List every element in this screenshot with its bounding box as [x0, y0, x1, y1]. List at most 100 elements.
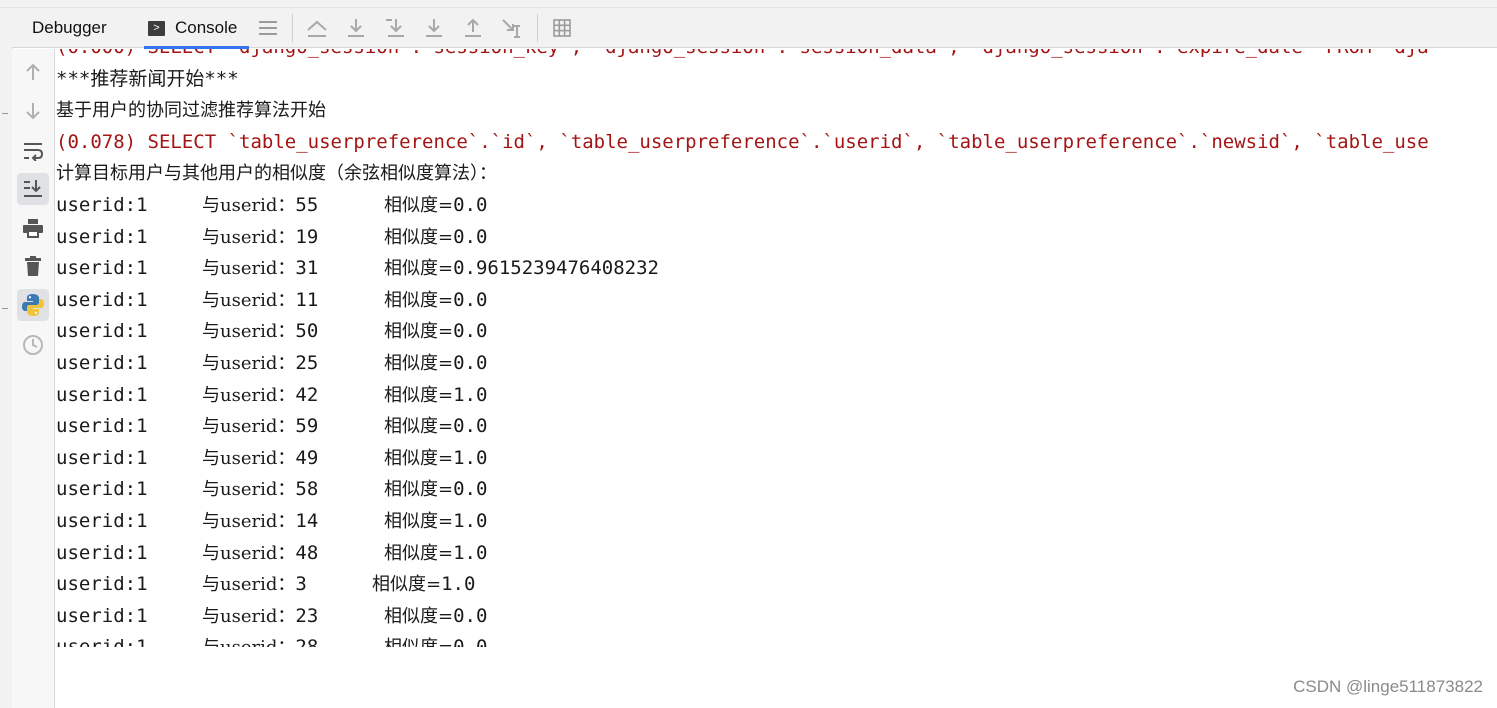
userid-label: userid:1	[56, 288, 148, 311]
similarity-value: 0.0	[453, 320, 488, 343]
other-userid: 与userid：48	[202, 538, 384, 570]
other-userid-value: 48	[295, 541, 319, 564]
similarity-value: 0.9615239476408232	[453, 257, 659, 280]
debug-toolbar: Debugger > Console	[12, 8, 1497, 49]
userid-label: userid:1	[56, 383, 148, 406]
userid-label: userid:1	[56, 573, 148, 596]
other-userid-value: 55	[295, 193, 319, 216]
up-arrow-icon[interactable]	[17, 56, 49, 88]
similarity: 相似度=0.0	[384, 415, 487, 437]
print-icon[interactable]	[17, 212, 49, 244]
history-icon[interactable]	[17, 329, 49, 361]
with-userid-label: 与userid：	[202, 416, 296, 438]
window-top-edge	[0, 0, 1497, 8]
other-userid: 与userid：58	[202, 474, 384, 506]
step-over-icon[interactable]	[342, 8, 370, 48]
other-userid: 与userid：25	[202, 348, 384, 380]
similarity-value: 1.0	[453, 383, 488, 406]
with-userid-label: 与userid：	[202, 352, 296, 374]
tab-console-label: Console	[175, 18, 238, 37]
userid-label: userid:1	[56, 415, 148, 438]
other-userid: 与userid：19	[202, 222, 384, 254]
step-into-my-code-icon[interactable]	[420, 8, 448, 48]
other-userid-value: 50	[295, 320, 319, 343]
evaluate-expression-icon[interactable]	[548, 8, 576, 48]
down-arrow-icon[interactable]	[17, 95, 49, 127]
trash-icon[interactable]	[17, 250, 49, 282]
console-line-similarity: userid:1 与userid：50 相似度=0.0	[56, 316, 1429, 348]
with-userid-label: 与userid：	[202, 637, 295, 647]
other-userid-value: 19	[295, 225, 319, 248]
userid-label: userid:1	[56, 446, 148, 469]
console-line-similarity: userid:1 与userid：11 相似度=0.0	[56, 285, 1429, 317]
other-userid-value: 59	[295, 415, 319, 438]
toolbar-separator	[292, 14, 293, 42]
similarity: 相似度=1.0	[384, 510, 487, 532]
with-userid-label: 与userid：	[202, 605, 296, 627]
step-into-icon[interactable]	[381, 8, 409, 48]
python-console-icon[interactable]	[17, 289, 49, 321]
console-line-similarity: userid:1 与userid：48 相似度=1.0	[56, 538, 1429, 570]
console-icon: >	[148, 20, 165, 36]
strip-tick	[2, 308, 8, 309]
other-userid: 与userid：42	[202, 380, 384, 412]
similarity-label: 相似度=	[384, 447, 454, 469]
userid-label: userid:1	[56, 541, 148, 564]
tab-console[interactable]: > Console	[144, 8, 250, 49]
with-userid-label: 与userid：	[202, 194, 296, 216]
console-line-start-cf: 基于用户的协同过滤推荐算法开始	[56, 100, 326, 122]
similarity-label: 相似度=	[384, 384, 454, 406]
other-userid-value: 11	[295, 288, 319, 311]
similarity-value: 0.0	[453, 225, 488, 248]
other-userid: 与userid：3	[202, 569, 372, 601]
run-to-cursor-icon[interactable]	[498, 8, 526, 48]
console-sidebar	[12, 49, 55, 708]
similarity: 相似度=0.0	[384, 605, 487, 627]
similarity-label: 相似度=	[384, 479, 454, 501]
with-userid-label: 与userid：	[202, 289, 296, 311]
similarity-label: 相似度=	[384, 510, 454, 532]
similarity: 相似度=0.0	[384, 226, 487, 248]
similarity-value: 1.0	[453, 446, 488, 469]
console-line-similarity: userid:1 与userid：23 相似度=0.0	[56, 601, 1429, 633]
other-userid: 与userid：31	[202, 253, 384, 285]
userid-label: userid:1	[56, 225, 148, 248]
with-userid-label: 与userid：	[202, 479, 296, 501]
scroll-to-end-icon[interactable]	[17, 173, 49, 205]
with-userid-label: 与userid：	[202, 226, 296, 248]
console-lines: (0.000) SELECT `django_session`.`session…	[56, 49, 1429, 647]
similarity-label: 相似度=	[384, 542, 454, 564]
menu-icon[interactable]	[254, 8, 282, 48]
tab-debugger[interactable]: Debugger	[32, 8, 107, 48]
other-userid: 与userid：55	[202, 190, 384, 222]
with-userid-label: 与userid：	[202, 321, 296, 343]
other-userid: 与userid：23	[202, 601, 384, 633]
similarity-label: 相似度=	[384, 289, 454, 311]
other-userid: 与userid：49	[202, 443, 384, 475]
console-line-start-news: ***推荐新闻开始***	[56, 64, 1429, 96]
soft-wrap-icon[interactable]	[17, 135, 49, 167]
console-output[interactable]: (0.000) SELECT `django_session`.`session…	[56, 49, 1497, 647]
with-userid-label: 与userid：	[202, 258, 296, 280]
other-userid-value: 3	[295, 573, 307, 596]
strip-tick	[2, 113, 8, 114]
similarity-value: 0.0	[453, 288, 488, 311]
similarity-label: 相似度=	[384, 194, 454, 216]
other-userid-value: 23	[295, 604, 319, 627]
similarity-label: 相似度=	[384, 637, 453, 647]
other-userid-value: 31	[295, 257, 319, 280]
step-out-icon[interactable]	[459, 8, 487, 48]
other-userid: 与userid：11	[202, 285, 384, 317]
other-userid: 与userid：59	[202, 411, 384, 443]
console-line-calc: 计算目标用户与其他用户的相似度（余弦相似度算法）：	[56, 163, 497, 185]
similarity-value: 0.0	[453, 193, 488, 216]
userid-label: userid:1	[56, 351, 148, 374]
similarity-label: 相似度=	[384, 258, 454, 280]
userid-label: userid:1	[56, 509, 148, 532]
with-userid-label: 与userid：	[202, 510, 296, 532]
console-line-similarity: userid:1与userid：28相似度=0.0	[56, 632, 1429, 647]
with-userid-label: 与userid：	[202, 542, 296, 564]
console-line-similarity: userid:1 与userid：59 相似度=0.0	[56, 411, 1429, 443]
show-execution-point-icon[interactable]	[303, 8, 331, 48]
console-line-sql: (0.000) SELECT `django_session`.`session…	[56, 49, 1429, 64]
